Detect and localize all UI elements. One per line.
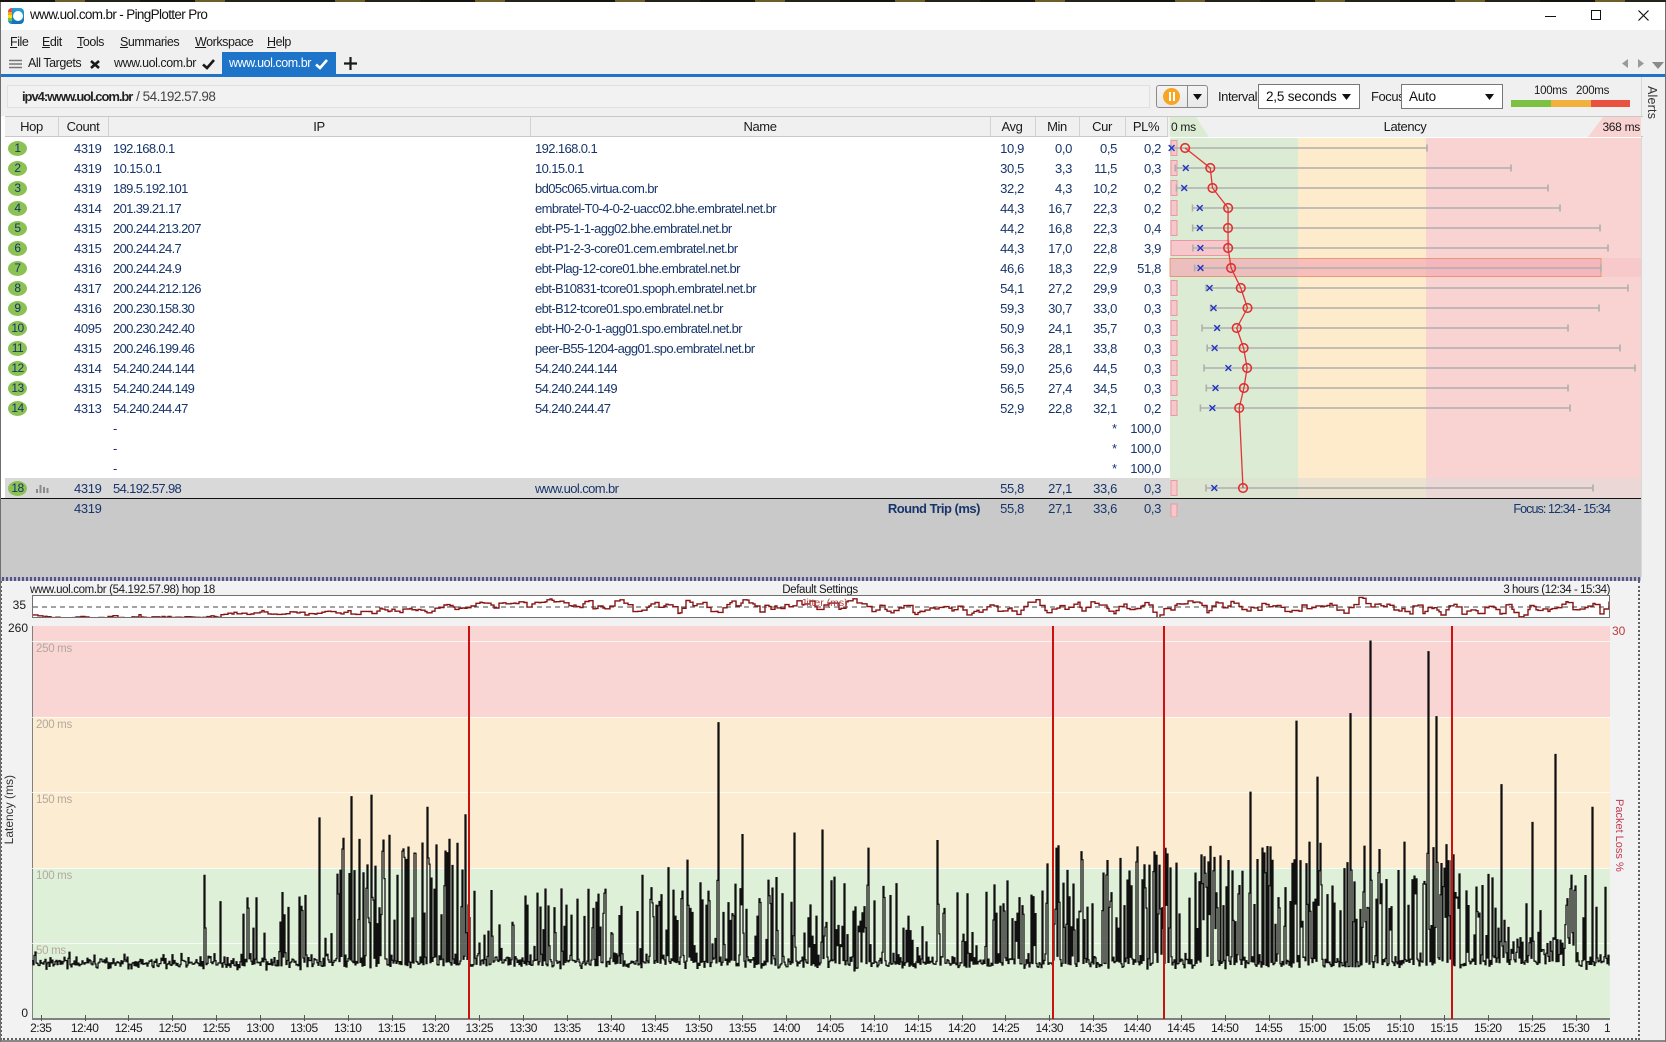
- svg-text:Jitter (ms): Jitter (ms): [801, 597, 848, 609]
